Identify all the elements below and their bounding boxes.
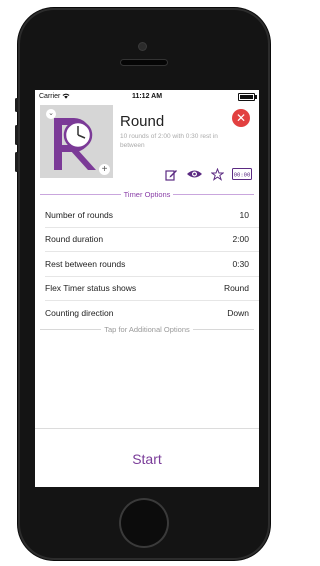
option-label: Number of rounds	[45, 209, 114, 220]
start-area: Start	[35, 428, 259, 487]
option-value: 2:00	[232, 234, 249, 245]
timer-subtitle: 10 rounds of 2:00 with 0:30 rest in betw…	[120, 133, 218, 149]
timer-title: Round	[120, 113, 165, 130]
option-value: 0:30	[232, 258, 249, 269]
option-label: Rest between rounds	[45, 258, 126, 269]
mute-switch[interactable]	[15, 98, 18, 112]
volume-up-button[interactable]	[15, 125, 18, 145]
option-rest-between-rounds[interactable]: Rest between rounds 0:30	[45, 252, 259, 277]
additional-options-label: Tap for Additional Options	[104, 325, 190, 334]
option-label: Flex Timer status shows	[45, 283, 137, 294]
option-value: Round	[223, 283, 249, 294]
option-value: 10	[239, 209, 249, 220]
option-label: Round duration	[45, 234, 104, 245]
volume-down-button[interactable]	[15, 152, 18, 172]
display-icon[interactable]: 00:00	[232, 167, 252, 181]
options-list: Number of rounds 10 Round duration 2:00 …	[35, 203, 259, 325]
app-screen: Carrier 11:12 AM ⌄ + Round 10 rounds of …	[35, 90, 259, 487]
option-label: Counting direction	[45, 307, 114, 318]
edit-icon[interactable]	[163, 167, 180, 181]
home-button[interactable]	[119, 498, 169, 548]
status-bar: Carrier 11:12 AM	[35, 90, 259, 103]
earpiece	[121, 60, 167, 65]
camera	[139, 43, 146, 50]
star-icon[interactable]	[209, 167, 226, 181]
timer-header: ⌄ + Round 10 rounds of 2:00 with 0:30 re…	[35, 103, 259, 189]
eye-icon[interactable]	[186, 167, 203, 181]
option-status-shows[interactable]: Flex Timer status shows Round	[45, 277, 259, 301]
chevron-down-icon[interactable]: ⌄	[46, 109, 56, 119]
option-round-duration[interactable]: Round duration 2:00	[45, 228, 259, 252]
battery-icon	[238, 92, 257, 101]
action-bar: 00:00	[163, 167, 252, 181]
display-icon-label: 00:00	[234, 172, 251, 178]
option-counting-direction[interactable]: Counting direction Down	[45, 301, 259, 325]
start-button[interactable]: Start	[132, 451, 162, 467]
close-icon[interactable]: ✕	[232, 109, 250, 127]
clock: 11:12 AM	[131, 93, 163, 100]
timer-thumbnail[interactable]: ⌄ +	[40, 105, 113, 178]
plus-icon[interactable]: +	[99, 164, 110, 175]
additional-options-link[interactable]: Tap for Additional Options	[40, 325, 255, 335]
option-value: Down	[227, 307, 249, 318]
timer-options-header: Timer Options	[40, 189, 255, 199]
option-number-of-rounds[interactable]: Number of rounds 10	[45, 203, 259, 228]
timer-options-label: Timer Options	[123, 189, 171, 199]
